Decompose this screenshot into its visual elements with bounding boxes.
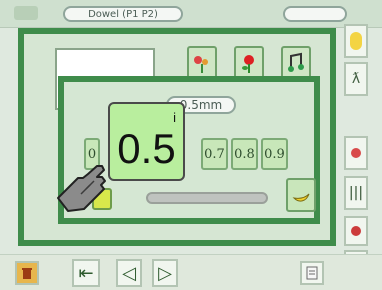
info-indicator: i xyxy=(173,110,176,125)
banana-icon xyxy=(292,193,310,202)
next-icon: ▷ xyxy=(158,262,172,284)
thread-icon: ||| xyxy=(348,185,364,201)
banana-icon xyxy=(350,32,362,50)
flower-icon-button[interactable] xyxy=(234,46,264,80)
document-icon xyxy=(306,266,318,280)
music-icon-button[interactable] xyxy=(281,46,311,80)
tool-icon: ƛ xyxy=(351,71,361,87)
flowers-icon xyxy=(194,56,208,73)
top-title-pill: Dowel (P1 P2) xyxy=(63,6,183,22)
hand-pointer-icon xyxy=(50,158,122,216)
banana-ok-button[interactable] xyxy=(286,178,316,212)
value-slider[interactable] xyxy=(146,192,268,204)
trash-icon xyxy=(22,268,32,279)
flower-icon xyxy=(242,55,254,73)
left-arrow-button[interactable]: ⇤ xyxy=(72,259,100,287)
flower-icon xyxy=(351,148,361,158)
trash-button[interactable] xyxy=(15,261,39,285)
right-button-4[interactable]: ||| xyxy=(344,176,368,210)
value-button-0-8[interactable]: 0.8 xyxy=(231,138,258,170)
right-button-3[interactable] xyxy=(344,136,368,170)
big-value-label: 0.5 xyxy=(117,125,176,172)
top-right-pill[interactable] xyxy=(283,6,347,22)
right-button-5[interactable] xyxy=(344,216,368,246)
music-icon xyxy=(288,52,304,72)
right-button-1[interactable] xyxy=(344,24,368,58)
flower-icon xyxy=(351,226,361,236)
prev-button[interactable]: ◁ xyxy=(116,259,142,287)
document-button[interactable] xyxy=(300,261,324,285)
right-button-2[interactable]: ƛ xyxy=(344,62,368,96)
bottom-toolbar: ⇤ ◁ ▷ xyxy=(0,254,382,290)
flowers-icon-button[interactable] xyxy=(187,46,217,80)
top-left-indicator xyxy=(14,6,38,20)
dialog-small-label xyxy=(72,92,108,104)
top-small-label xyxy=(238,8,282,22)
prev-icon: ◁ xyxy=(122,262,136,284)
value-button-0-7[interactable]: 0.7 xyxy=(201,138,228,170)
value-button-0-9[interactable]: 0.9 xyxy=(261,138,288,170)
first-page-icon: ⇤ xyxy=(78,262,94,284)
top-bar: Dowel (P1 P2) xyxy=(0,0,382,28)
next-button[interactable]: ▷ xyxy=(152,259,178,287)
